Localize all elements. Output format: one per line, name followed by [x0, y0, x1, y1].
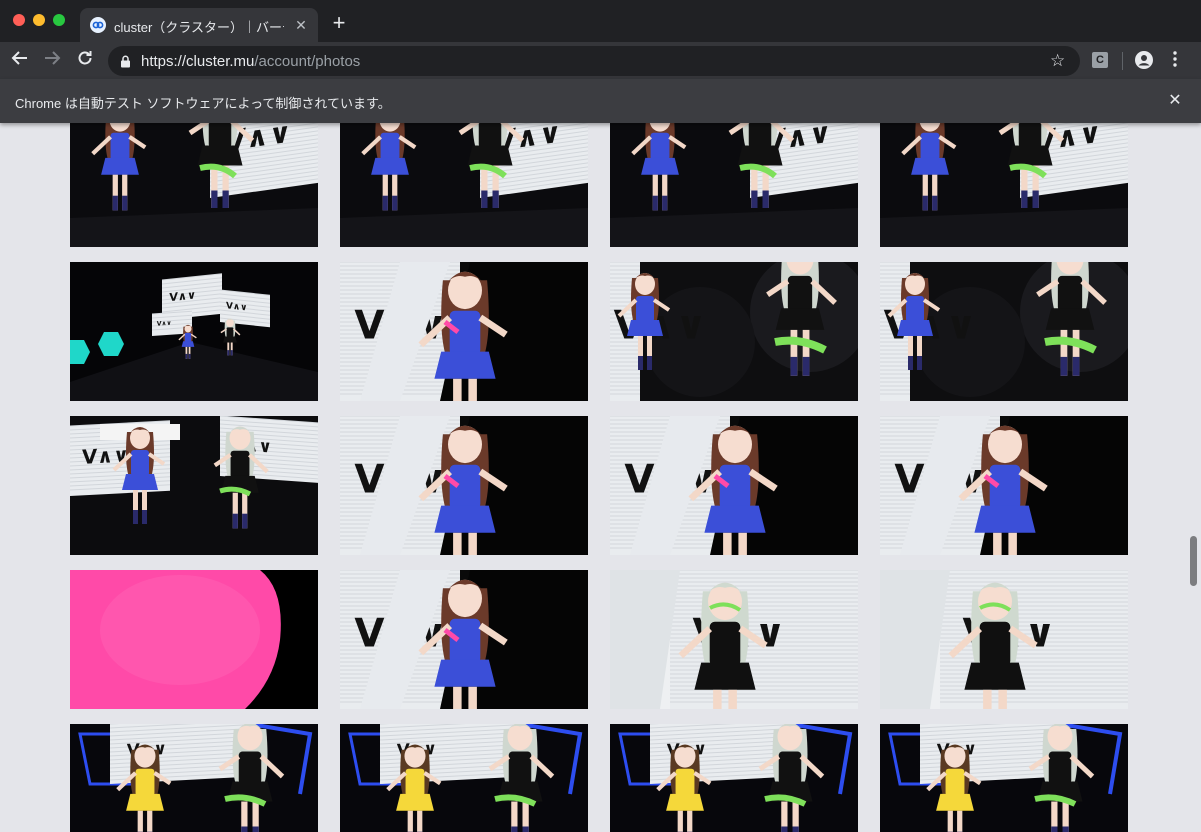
maximize-window-button[interactable]: [53, 14, 65, 26]
photo-thumbnail[interactable]: V∧∨: [610, 416, 858, 555]
browser-tab-active[interactable]: cluster（クラスター）｜バーチャル ✕: [80, 8, 318, 42]
browser-toolbar: https://cluster.mu/account/photos ☆ C: [0, 42, 1201, 79]
extension-icon[interactable]: C: [1092, 52, 1108, 68]
photo-thumbnail[interactable]: V∧∨: [610, 262, 858, 401]
photo-thumbnail[interactable]: V∧∨: [70, 123, 318, 247]
infobar-message: Chrome は自動テスト ソフトウェアによって制御されています。: [15, 96, 391, 111]
profile-avatar-icon[interactable]: [1135, 51, 1153, 69]
automation-infobar: Chrome は自動テスト ソフトウェアによって制御されています。 ✕: [0, 79, 1201, 123]
svg-text:V∧∨: V∧∨: [157, 320, 172, 328]
bookmark-star-icon[interactable]: ☆: [1050, 50, 1065, 72]
toolbar-divider: [1122, 52, 1123, 70]
cluster-favicon-icon: [90, 17, 106, 33]
lock-icon[interactable]: [120, 55, 131, 73]
photo-thumbnail[interactable]: V∧∨: [340, 262, 588, 401]
photo-thumbnail[interactable]: V∧∨: [880, 262, 1128, 401]
window-titlebar: cluster（クラスター）｜バーチャル ✕ +: [0, 0, 1201, 42]
photo-thumbnail[interactable]: [70, 570, 318, 709]
photo-thumbnail[interactable]: V∧∨: [340, 123, 588, 247]
photos-page: V∧∨ V∧∨ V∧∨ V∧∨ V∧∨ V∧∨ V∧∨ V∧∨: [0, 123, 1185, 832]
tab-close-icon[interactable]: ✕: [292, 16, 310, 34]
tab-title: cluster（クラスター）｜バーチャル: [114, 20, 284, 33]
minimize-window-button[interactable]: [33, 14, 45, 26]
photo-thumbnail[interactable]: V∧∨: [880, 724, 1128, 832]
close-window-button[interactable]: [13, 14, 25, 26]
photo-thumbnail[interactable]: V∧∨: [340, 570, 588, 709]
url-host: https://cluster.mu: [141, 53, 255, 70]
new-tab-button[interactable]: +: [328, 12, 350, 34]
photo-thumbnail[interactable]: V∧∨ V∧∨ V∧∨: [70, 262, 318, 401]
back-arrow-icon[interactable]: [8, 49, 32, 73]
photo-thumbnail[interactable]: V∧∨: [880, 416, 1128, 555]
photo-thumbnail[interactable]: V∧∨: [880, 570, 1128, 709]
reload-icon[interactable]: [73, 49, 97, 73]
address-bar[interactable]: https://cluster.mu/account/photos ☆: [108, 46, 1080, 76]
scrollbar-thumb[interactable]: [1190, 536, 1197, 586]
photo-thumbnail[interactable]: V∧∨: [610, 123, 858, 247]
photo-grid: V∧∨ V∧∨ V∧∨ V∧∨ V∧∨ V∧∨ V∧∨ V∧∨: [70, 123, 1128, 832]
kebab-menu-icon[interactable]: [1168, 49, 1182, 73]
forward-arrow-icon[interactable]: [40, 49, 64, 73]
photo-thumbnail[interactable]: V∧∨: [610, 724, 858, 832]
photo-thumbnail[interactable]: V∧∨: [880, 123, 1128, 247]
photo-thumbnail[interactable]: V∧∨: [340, 724, 588, 832]
photo-thumbnail[interactable]: V∧∨: [340, 416, 588, 555]
url-path: /account/photos: [254, 53, 361, 70]
photo-thumbnail[interactable]: V∧∨: [70, 724, 318, 832]
page-scrollbar[interactable]: [1185, 123, 1201, 832]
photo-thumbnail[interactable]: V∧∨ V∧∨: [70, 416, 318, 555]
photo-thumbnail[interactable]: V∧∨: [610, 570, 858, 709]
url-text[interactable]: https://cluster.mu/account/photos: [141, 53, 360, 70]
infobar-close-icon[interactable]: ✕: [1165, 91, 1185, 111]
